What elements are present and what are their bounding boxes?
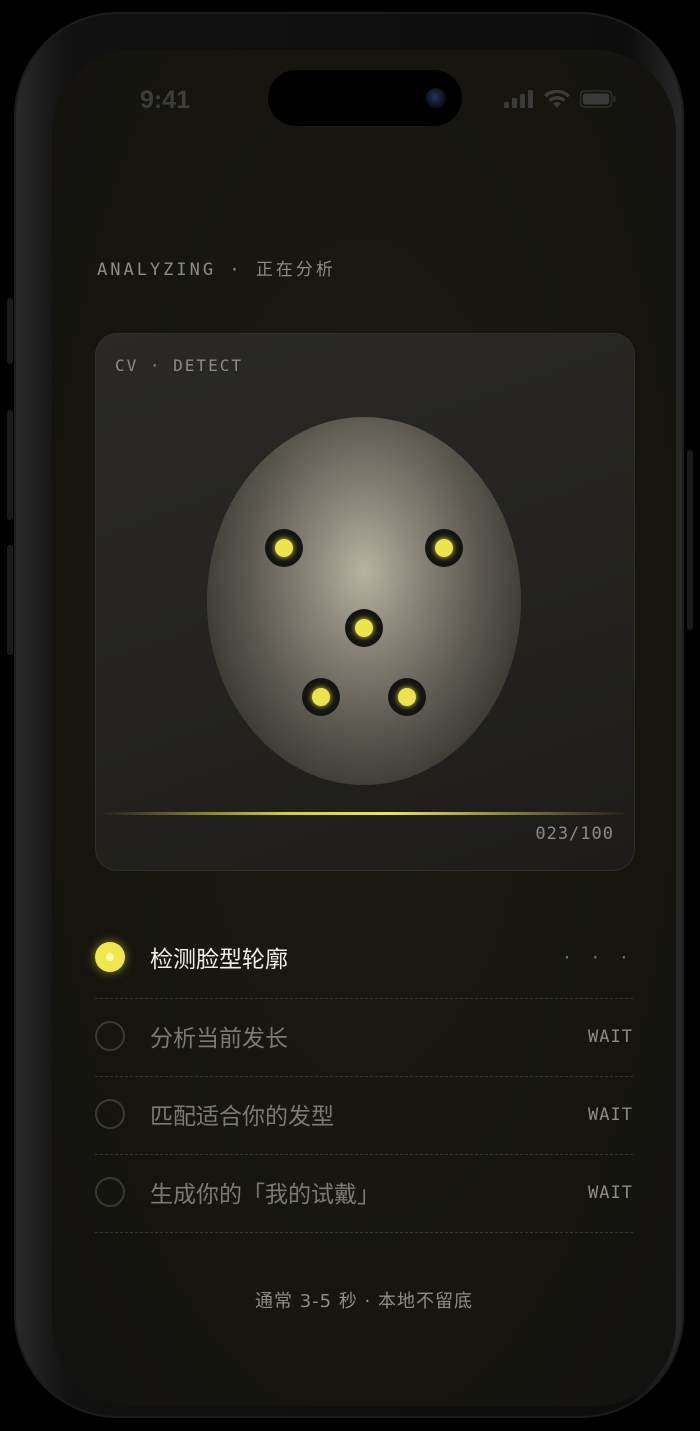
step-status: WAIT — [588, 1183, 633, 1203]
face-outline — [207, 417, 521, 785]
volume-up-button[interactable] — [7, 410, 13, 520]
volume-down-button[interactable] — [7, 545, 13, 655]
step-pending-indicator-icon — [95, 1177, 125, 1207]
step-status: WAIT — [588, 1027, 633, 1047]
progress-counter: 023/100 — [535, 824, 614, 844]
dynamic-island — [268, 70, 462, 126]
landmark-right-eye — [425, 529, 463, 567]
cellular-signal-icon — [504, 90, 533, 108]
step-label: 匹配适合你的发型 — [150, 1104, 334, 1130]
landmark-right-mouth-corner — [388, 678, 426, 716]
scan-progress-line — [102, 812, 628, 815]
step-item-generate-try-on: 生成你的「我的试戴」 WAIT — [95, 1155, 633, 1233]
landmark-left-mouth-corner — [302, 678, 340, 716]
step-item-match-hairstyle: 匹配适合你的发型 WAIT — [95, 1077, 633, 1155]
step-active-indicator-icon — [95, 942, 125, 972]
status-bar: 9:41 — [52, 50, 676, 150]
step-label: 生成你的「我的试戴」 — [150, 1182, 380, 1208]
page-title: ANALYZING · 正在分析 — [97, 260, 336, 280]
landmark-left-eye — [265, 529, 303, 567]
step-pending-indicator-icon — [95, 1021, 125, 1051]
landmark-nose — [345, 609, 383, 647]
power-button[interactable] — [687, 450, 693, 630]
step-status: WAIT — [588, 1105, 633, 1125]
step-label: 检测脸型轮廓 — [150, 947, 288, 973]
status-icons — [504, 90, 616, 108]
phone-frame: 9:41 ANALYZING · 正在分析 CV · DETECT 023/10… — [14, 12, 684, 1418]
footer-note: 通常 3-5 秒 · 本地不留底 — [254, 1291, 473, 1312]
battery-icon — [580, 90, 616, 108]
status-time: 9:41 — [140, 86, 191, 114]
screen: 9:41 ANALYZING · 正在分析 CV · DETECT 023/10… — [52, 50, 676, 1406]
step-label: 分析当前发长 — [150, 1026, 288, 1052]
step-status: · · · — [561, 948, 633, 968]
step-pending-indicator-icon — [95, 1099, 125, 1129]
step-item-analyze-hair-length: 分析当前发长 WAIT — [95, 999, 633, 1077]
front-camera-icon — [426, 88, 446, 108]
card-tag: CV · DETECT — [115, 356, 243, 375]
analysis-steps: 检测脸型轮廓 · · · 分析当前发长 WAIT 匹配适合你的发型 WAIT 生… — [95, 920, 633, 1233]
face-detect-card: CV · DETECT 023/100 — [95, 333, 635, 871]
step-item-detect-face: 检测脸型轮廓 · · · — [95, 920, 633, 999]
wifi-icon — [544, 90, 570, 108]
action-button[interactable] — [7, 298, 13, 364]
